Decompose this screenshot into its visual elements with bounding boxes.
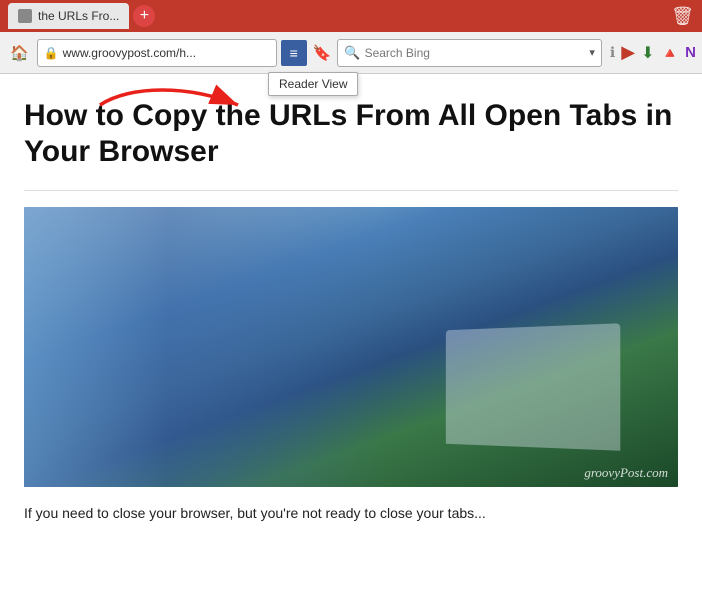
toolbar-right: ℹ ▶ ⬇ 🔺 N [610,42,696,63]
url-text: www.groovypost.com/h... [63,46,196,60]
home-button[interactable]: 🏠 [6,40,33,66]
tab-area: the URLs Fro... + [8,3,155,29]
lock-icon: 🔒 [44,46,59,60]
article-text: If you need to close your browser, but y… [24,503,678,524]
new-tab-button[interactable]: + [133,5,155,27]
reader-view-icon: ≡ [290,45,298,61]
tab-label: the URLs Fro... [38,9,119,23]
bookmark-icon: 🔖 [313,45,332,62]
browser-tab[interactable]: the URLs Fro... [8,3,129,29]
image-watermark: groovyPost.com [584,465,668,481]
divider [24,190,678,191]
title-bar: the URLs Fro... + 🗑 [0,0,702,32]
home-icon: 🏠 [10,44,29,62]
reader-view-tooltip: Reader View [268,72,358,96]
content-area: How to Copy the URLs From All Open Tabs … [0,74,702,610]
info-icon[interactable]: ℹ [610,44,615,61]
bookmark-button[interactable]: 🔖 [311,42,334,64]
search-bar[interactable]: 🔍 Search Bing ▾ [337,39,602,67]
drive-icon[interactable]: 🔺 [660,44,679,62]
download-icon[interactable]: ⬇ [641,43,654,63]
nav-bar: 🏠 🔒 www.groovypost.com/h... ≡ 🔖 🔍 Search… [0,32,702,74]
tab-favicon [18,9,32,23]
play-icon[interactable]: ▶ [621,42,635,63]
search-icon: 🔍 [344,45,360,61]
search-dropdown-icon[interactable]: ▾ [589,46,595,59]
search-placeholder: Search Bing [365,46,430,60]
address-bar[interactable]: 🔒 www.groovypost.com/h... [37,39,277,67]
article-image: groovyPost.com [24,207,678,487]
reader-view-button[interactable]: ≡ [281,40,307,66]
close-window-icon[interactable]: 🗑 [671,6,694,27]
onenote-icon[interactable]: N [685,44,696,61]
article-title: How to Copy the URLs From All Open Tabs … [24,98,678,170]
